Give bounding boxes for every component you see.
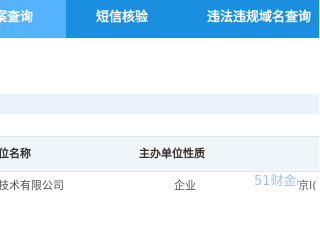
tab-record-query[interactable]: 案查询 bbox=[0, 0, 66, 38]
content-area bbox=[0, 38, 319, 94]
header-organizer-name: 位名称 bbox=[0, 147, 31, 160]
header-organizer-nature: 主办单位性质 bbox=[139, 147, 205, 160]
watermark-logo: 51财金ₕ bbox=[254, 174, 302, 189]
spacer bbox=[0, 114, 319, 136]
section-divider bbox=[0, 94, 319, 114]
tab-illegal-domain-query[interactable]: 违法违规域名查询 bbox=[207, 0, 311, 38]
cell-organizer-nature: 企业 bbox=[174, 179, 196, 192]
tab-sms-verify[interactable]: 短信核验 bbox=[96, 0, 148, 38]
table-header: 位名称 主办单位性质 bbox=[0, 136, 319, 172]
cell-organizer-name: 技术有限公司 bbox=[0, 179, 64, 192]
top-navigation: 案查询 短信核验 违法违规域名查询 bbox=[0, 0, 319, 38]
